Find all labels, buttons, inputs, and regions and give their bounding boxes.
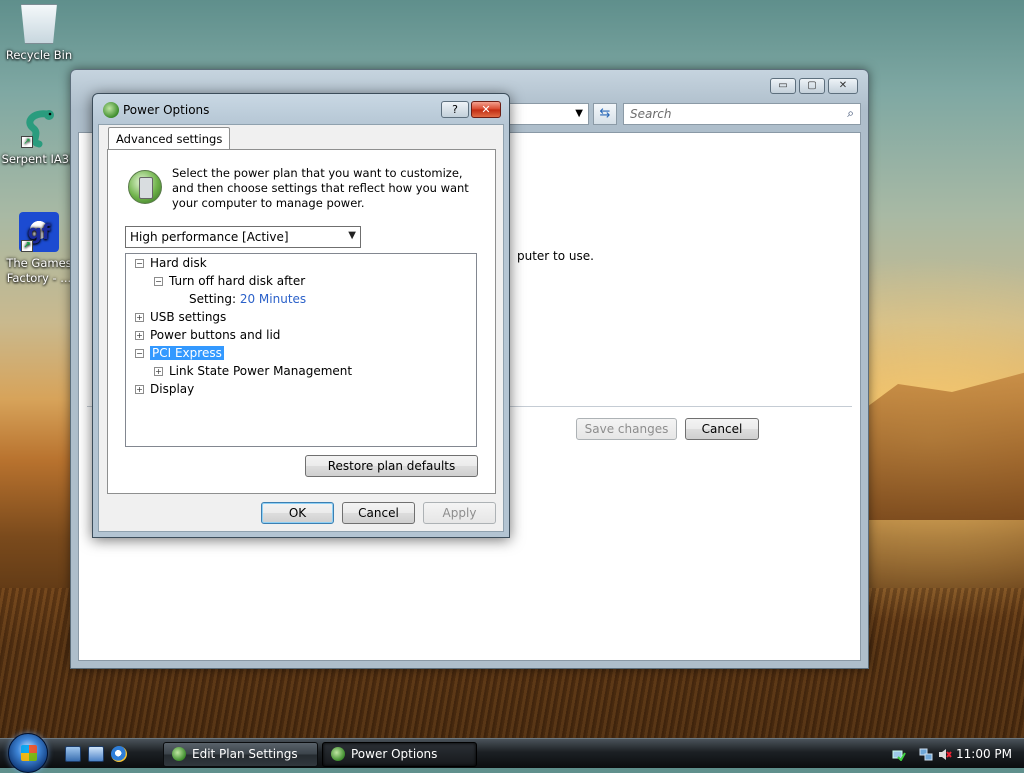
collapse-icon[interactable]: − — [135, 259, 144, 268]
tree-node-link-state[interactable]: + Link State Power Management — [154, 363, 352, 379]
task-label: Power Options — [351, 747, 438, 761]
search-icon: ⌕ — [847, 106, 854, 120]
tree-node-label: Turn off hard disk after — [169, 274, 306, 288]
plan-description: Select the power plan that you want to c… — [172, 166, 469, 210]
power-options-dialog: Power Options ? ✕ Advanced settings Sele… — [92, 93, 510, 538]
task-label: Edit Plan Settings — [192, 747, 298, 761]
tree-node-usb-settings[interactable]: + USB settings — [135, 309, 226, 325]
tree-node-turn-off-hard-disk[interactable]: − Turn off hard disk after — [154, 273, 305, 289]
setting-value-link[interactable]: 20 Minutes — [240, 292, 306, 306]
instruction-text: puter to use. — [517, 249, 594, 263]
desktop-icon-recycle-bin[interactable]: Recycle Bin — [1, 4, 77, 63]
tree-node-power-buttons[interactable]: + Power buttons and lid — [135, 327, 280, 343]
shortcut-arrow-icon: ↗ — [21, 136, 33, 148]
clock[interactable]: 11:00 PM — [956, 747, 1012, 761]
window-controls: ▭ ▢ ✕ — [770, 78, 858, 94]
desktop-icon-label: The Games Factory - ... — [6, 256, 72, 285]
power-plan-select[interactable]: High performance [Active] ▼ — [125, 226, 361, 248]
tree-node-label: USB settings — [150, 310, 227, 324]
tree-node-setting[interactable]: Setting: 20 Minutes — [189, 291, 306, 307]
desktop-icon-label: Serpent IA32 — [1, 152, 77, 166]
address-bar-dropdown[interactable]: ▼ — [507, 103, 589, 125]
tree-node-label: Link State Power Management — [169, 364, 353, 378]
tree-node-label-selected: PCI Express — [150, 346, 224, 360]
collapse-icon[interactable]: − — [135, 349, 144, 358]
tab-advanced-settings[interactable]: Advanced settings — [108, 127, 231, 150]
dialog-title-buttons: ? ✕ — [441, 101, 501, 118]
refresh-button[interactable]: ⇆ — [593, 103, 617, 125]
expand-icon[interactable]: + — [135, 331, 144, 340]
games-factory-icon: gf ↗ — [19, 212, 59, 252]
network-icon[interactable] — [919, 748, 933, 761]
switch-windows-icon[interactable] — [88, 746, 104, 762]
chevron-down-icon: ▼ — [348, 230, 356, 241]
search-input[interactable]: Search ⌕ — [623, 103, 861, 125]
dialog-close-button[interactable]: ✕ — [471, 101, 501, 118]
restore-plan-defaults-button[interactable]: Restore plan defaults — [305, 455, 478, 477]
ok-button[interactable]: OK — [261, 502, 334, 524]
cancel-button[interactable]: Cancel — [685, 418, 759, 440]
system-tray: 11:00 PM — [884, 740, 1024, 768]
taskbar: Edit Plan Settings Power Options 11:00 P… — [0, 733, 1024, 773]
minimize-button[interactable]: ▭ — [770, 78, 796, 94]
safely-remove-hardware-icon[interactable] — [892, 748, 906, 761]
advanced-settings-panel: Select the power plan that you want to c… — [107, 149, 496, 494]
power-plan-icon — [128, 170, 162, 204]
desktop-icon-games-factory[interactable]: gf ↗ The Games Factory - ... — [1, 212, 77, 286]
task-power-options[interactable]: Power Options — [322, 742, 477, 767]
dialog-title: Power Options — [123, 103, 210, 117]
desktop-icon-label: Recycle Bin — [5, 48, 73, 62]
serpent-icon: ↗ — [19, 108, 59, 148]
expand-icon[interactable]: + — [154, 367, 163, 376]
maximize-button[interactable]: ▢ — [799, 78, 825, 94]
tree-node-label: Display — [150, 382, 195, 396]
power-options-icon — [103, 102, 119, 118]
save-changes-button[interactable]: Save changes — [576, 418, 677, 440]
dialog-body: Advanced settings Select the power plan … — [98, 124, 504, 532]
internet-explorer-icon[interactable] — [111, 746, 127, 762]
tree-node-label: Hard disk — [150, 256, 207, 270]
search-placeholder: Search — [630, 107, 672, 121]
start-button[interactable] — [8, 733, 48, 773]
shortcut-arrow-icon: ↗ — [21, 240, 33, 252]
collapse-icon[interactable]: − — [154, 277, 163, 286]
close-button[interactable]: ✕ — [828, 78, 858, 94]
tree-node-pci-express[interactable]: − PCI Express — [135, 345, 224, 361]
wallpaper-hills — [844, 372, 1024, 520]
tree-node-hard-disk[interactable]: − Hard disk — [135, 255, 207, 271]
refresh-icon: ⇆ — [599, 106, 611, 121]
recycle-bin-icon — [21, 4, 57, 44]
dialog-cancel-button[interactable]: Cancel — [342, 502, 415, 524]
tree-node-label: Power buttons and lid — [150, 328, 281, 342]
chevron-down-icon: ▼ — [575, 108, 583, 119]
expand-icon[interactable]: + — [135, 313, 144, 322]
tree-node-display[interactable]: + Display — [135, 381, 194, 397]
power-options-icon — [172, 747, 186, 761]
expand-icon[interactable]: + — [135, 385, 144, 394]
power-plan-selected: High performance [Active] — [130, 230, 289, 244]
setting-label: Setting: — [189, 292, 237, 306]
settings-tree[interactable]: − Hard disk − Turn off hard disk after Set… — [125, 253, 477, 447]
task-edit-plan-settings[interactable]: Edit Plan Settings — [163, 742, 318, 767]
power-options-icon — [331, 747, 345, 761]
apply-button[interactable]: Apply — [423, 502, 496, 524]
help-button[interactable]: ? — [441, 101, 469, 118]
show-desktop-icon[interactable] — [65, 746, 81, 762]
desktop-icon-serpent[interactable]: ↗ Serpent IA32 — [1, 108, 77, 167]
volume-muted-icon[interactable] — [938, 748, 952, 761]
